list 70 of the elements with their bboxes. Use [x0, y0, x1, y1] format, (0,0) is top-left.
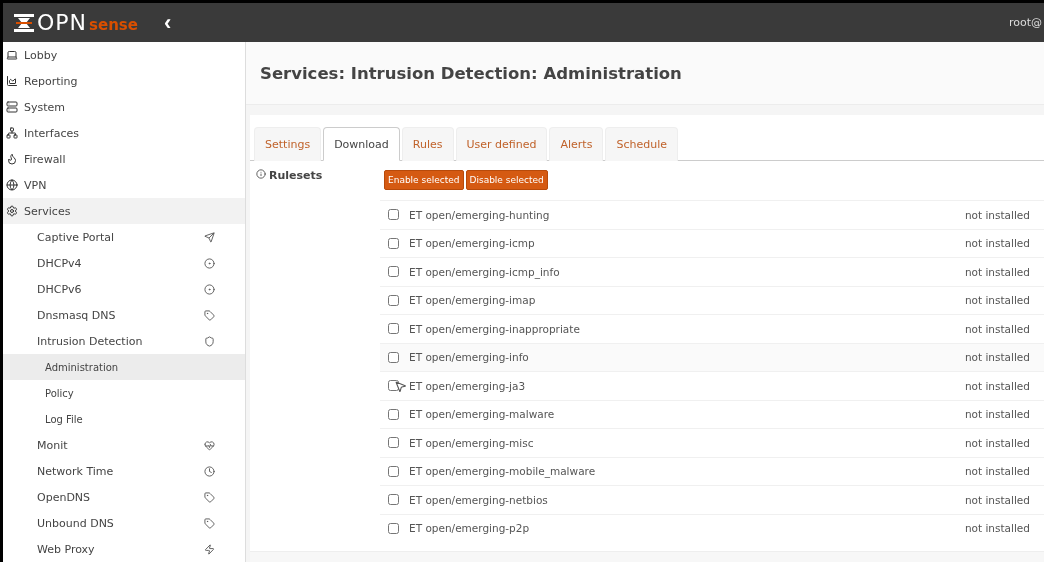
- ruleset-name: ET open/emerging-icmp_info: [409, 265, 561, 278]
- ruleset-status: not installed: [964, 493, 1030, 506]
- checkbox[interactable]: [388, 351, 399, 363]
- checkbox[interactable]: [388, 266, 399, 278]
- ruleset-status: not installed: [964, 265, 1030, 278]
- checkbox[interactable]: [388, 494, 399, 506]
- tab[interactable]: User defined: [455, 127, 548, 161]
- menu-icon: [204, 309, 215, 321]
- ruleset-name: ET open/emerging-mobile_malware: [409, 465, 597, 478]
- menu-icon: [204, 543, 215, 555]
- ruleset-name: ET open/emerging-malware: [409, 408, 556, 421]
- menu-icon: [204, 335, 215, 347]
- checkbox[interactable]: [388, 294, 399, 306]
- ruleset-status: not installed: [964, 208, 1030, 221]
- collapse-button[interactable]: ‹: [159, 11, 176, 34]
- logo-icon: [13, 12, 35, 33]
- checkbox[interactable]: [388, 209, 399, 221]
- ruleset-status: not installed: [964, 465, 1030, 478]
- user-menu[interactable]: root@: [1008, 16, 1042, 29]
- menu-icon: [6, 153, 18, 165]
- ruleset-status: not installed: [964, 322, 1030, 335]
- checkbox[interactable]: [388, 437, 399, 449]
- ruleset-name: ET open/emerging-netbios: [409, 493, 549, 506]
- ruleset-name: ET open/emerging-imap: [409, 294, 537, 307]
- menu-icon: [6, 75, 18, 87]
- tab[interactable]: Download: [323, 127, 400, 161]
- ruleset-status: not installed: [964, 436, 1030, 449]
- tab[interactable]: Settings: [254, 127, 322, 161]
- ruleset-name: ET open/emerging-misc: [409, 436, 535, 449]
- ruleset-status: not installed: [964, 408, 1030, 421]
- field-label: Rulesets: [269, 169, 323, 182]
- ruleset-status: not installed: [964, 379, 1030, 392]
- menu-icon: [6, 101, 18, 113]
- tab[interactable]: Alerts: [549, 127, 604, 161]
- ruleset-status: not installed: [964, 351, 1030, 364]
- menu-icon: [6, 179, 18, 191]
- menu-icon: [6, 49, 18, 61]
- checkbox[interactable]: [388, 323, 399, 335]
- tab[interactable]: Rules: [401, 127, 454, 161]
- ruleset-status: not installed: [964, 237, 1030, 250]
- page-title: Services: Intrusion Detection: Administration: [260, 63, 682, 83]
- ruleset-name: ET open/emerging-p2p: [409, 522, 531, 535]
- ruleset-status: not installed: [964, 294, 1030, 307]
- menu-icon: [204, 439, 215, 451]
- checkbox[interactable]: [388, 522, 399, 534]
- checkbox[interactable]: [388, 408, 399, 420]
- cursor-icon: [394, 380, 407, 393]
- ruleset-name: ET open/emerging-icmp: [409, 237, 536, 250]
- menu-icon: [6, 127, 18, 139]
- menu-icon: [204, 517, 215, 529]
- ruleset-name: ET open/emerging-inappropriate: [409, 322, 581, 335]
- ruleset-status: not installed: [964, 522, 1030, 535]
- menu-icon: [204, 491, 215, 503]
- ruleset-name: ET open/emerging-info: [409, 351, 530, 364]
- menu-icon: [204, 257, 215, 269]
- menu-icon: [204, 283, 215, 295]
- tab[interactable]: Schedule: [605, 127, 678, 161]
- logo: OPN sense: [13, 10, 138, 35]
- menu-icon: [6, 205, 18, 217]
- checkbox[interactable]: [388, 465, 399, 477]
- menu-icon: [204, 465, 215, 477]
- menu-icon: [204, 231, 215, 243]
- sidebar-item[interactable]: Services: [3, 198, 245, 224]
- ruleset-name: ET open/emerging-ja3: [409, 379, 527, 392]
- action-button[interactable]: Disable selected: [465, 170, 548, 190]
- info-icon: [256, 169, 266, 179]
- checkbox[interactable]: [388, 237, 399, 249]
- action-button[interactable]: Enable selected: [384, 170, 464, 190]
- ruleset-name: ET open/emerging-hunting: [409, 208, 551, 221]
- sidebar-item[interactable]: Administration: [3, 354, 245, 380]
